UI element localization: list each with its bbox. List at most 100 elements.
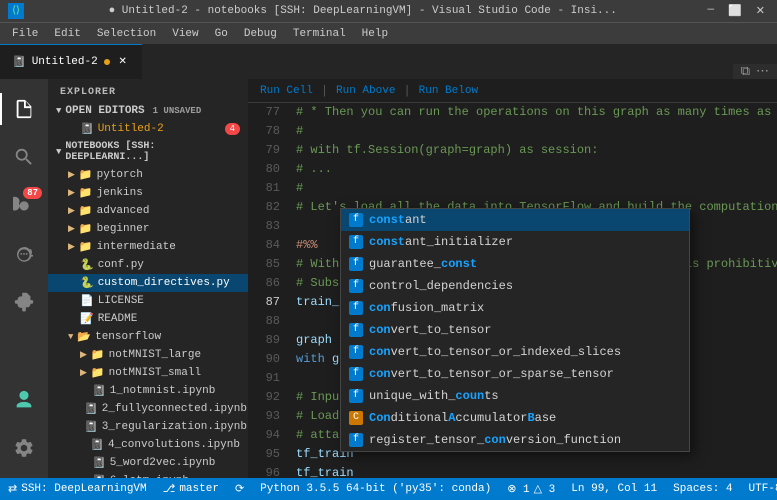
- more-actions-icon[interactable]: ⋯: [756, 64, 769, 79]
- activity-settings[interactable]: [0, 424, 48, 472]
- status-sync[interactable]: ⟳: [227, 478, 252, 500]
- folder-chevron: ▼: [68, 332, 73, 342]
- sidebar-item-intermediate[interactable]: ▶ 📁 intermediate: [48, 238, 248, 256]
- sidebar-item-beginner[interactable]: ▶ 📁 beginner: [48, 220, 248, 238]
- search-icon: [13, 146, 35, 168]
- txt-file-icon: 📄: [80, 294, 94, 308]
- open-file-untitled2[interactable]: 📓 Untitled-2 4: [48, 120, 248, 138]
- sidebar-item-pytorch[interactable]: ▶ 📁 pytorch: [48, 166, 248, 184]
- close-btn[interactable]: ✕: [752, 4, 769, 18]
- ac-item-control-dep[interactable]: f control_dependencies: [341, 275, 689, 297]
- folder-icon: 📁: [91, 348, 105, 362]
- status-line-col[interactable]: Ln 99, Col 11: [563, 478, 665, 500]
- sidebar-item-advanced[interactable]: ▶ 📁 advanced: [48, 202, 248, 220]
- sidebar-item-2fully[interactable]: 📓 2_fullyconnected.ipynb: [48, 400, 248, 418]
- ac-item-guarantee-const[interactable]: f guarantee_const: [341, 253, 689, 275]
- notebooks-folder-header[interactable]: ▼ NOTEBOOKS [SSH: DEEPLEARNI...]: [48, 138, 248, 166]
- account-icon: [13, 389, 35, 411]
- sidebar-item-custom-directives[interactable]: 🐍 custom_directives.py: [48, 274, 248, 292]
- sync-icon: ⟳: [235, 482, 244, 496]
- status-branch[interactable]: ⎇ master: [155, 478, 227, 500]
- ac-item-constant-initializer[interactable]: f constant_initializer: [341, 231, 689, 253]
- sidebar-item-license[interactable]: 📄 LICENSE: [48, 292, 248, 310]
- file-name: 4_convolutions.ipynb: [108, 439, 240, 451]
- activity-scm[interactable]: 87: [0, 181, 48, 229]
- folder-name: pytorch: [97, 169, 143, 181]
- main-content: 87 Explore: [0, 79, 777, 478]
- sidebar-item-5word2vec[interactable]: 📓 5_word2vec.ipynb: [48, 454, 248, 472]
- menu-go[interactable]: Go: [207, 26, 236, 42]
- ac-item-convert-sparse[interactable]: f convert_to_tensor_or_sparse_tensor: [341, 363, 689, 385]
- menu-file[interactable]: File: [4, 26, 46, 42]
- activity-account[interactable]: [0, 376, 48, 424]
- ac-label-convert-indexed: convert_to_tensor_or_indexed_slices: [369, 341, 621, 363]
- code-line-78: #: [288, 122, 777, 141]
- notebook-file-icon: 📓: [80, 122, 94, 136]
- activity-extensions[interactable]: [0, 277, 48, 325]
- ac-item-convert-tensor-indexed[interactable]: f convert_to_tensor_or_indexed_slices: [341, 341, 689, 363]
- menu-help[interactable]: Help: [354, 26, 396, 42]
- file-name: 5_word2vec.ipynb: [110, 457, 216, 469]
- ac-icon-conditional-acc: C: [349, 411, 363, 425]
- status-spaces[interactable]: Spaces: 4: [665, 478, 740, 500]
- sidebar-item-jenkins[interactable]: ▶ 📁 jenkins: [48, 184, 248, 202]
- tab-modified-dot: [104, 59, 110, 65]
- file-name: 1_notmnist.ipynb: [110, 385, 216, 397]
- menu-terminal[interactable]: Terminal: [285, 26, 354, 42]
- menu-debug[interactable]: Debug: [236, 26, 285, 42]
- ac-item-register-tensor[interactable]: f register_tensor_conversion_function: [341, 429, 689, 451]
- activity-search[interactable]: [0, 133, 48, 181]
- code-area[interactable]: # * Then you can run the operations on t…: [288, 103, 777, 478]
- menu-edit[interactable]: Edit: [46, 26, 88, 42]
- folder-icon: 📁: [79, 240, 93, 254]
- comment-text: #: [296, 124, 303, 138]
- ac-icon-register-tensor: f: [349, 433, 363, 447]
- sidebar-item-confpy[interactable]: 🐍 conf.py: [48, 256, 248, 274]
- sidebar-item-notmnist-small-folder[interactable]: ▶ 📁 notMNIST_small: [48, 364, 248, 382]
- line-num-83: 83: [248, 217, 280, 236]
- window-controls[interactable]: — ⬜ ✕: [703, 4, 769, 18]
- split-editor-icon[interactable]: ⧉: [741, 64, 750, 79]
- sidebar-item-3reg[interactable]: 📓 3_regularization.ipynb: [48, 418, 248, 436]
- ac-item-convert-tensor[interactable]: f convert_to_tensor: [341, 319, 689, 341]
- sidebar-item-tensorflow[interactable]: ▼ 📂 tensorflow: [48, 328, 248, 346]
- tab-close-btn[interactable]: ✕: [116, 55, 130, 69]
- folder-icon: 📂: [77, 330, 91, 344]
- line-num-89: 89: [248, 331, 280, 350]
- ac-item-conditional-acc[interactable]: C ConditionalAccumulatorBase: [341, 407, 689, 429]
- error-count: ⊗ 1: [507, 482, 529, 496]
- status-errors[interactable]: ⊗ 1 △ 3: [499, 478, 563, 500]
- minimize-btn[interactable]: —: [703, 4, 718, 18]
- menu-selection[interactable]: Selection: [89, 26, 164, 42]
- extensions-icon: [13, 290, 35, 312]
- status-encoding[interactable]: UTF-8: [741, 478, 777, 500]
- file-name: LICENSE: [98, 295, 144, 307]
- sidebar-item-notmnist-large-folder[interactable]: ▶ 📁 notMNIST_large: [48, 346, 248, 364]
- open-editors-header[interactable]: ▼ OPEN EDITORS 1 UNSAVED: [48, 102, 248, 120]
- line-num-95: 95: [248, 445, 280, 464]
- ac-item-unique-counts[interactable]: f unique_with_counts: [341, 385, 689, 407]
- ssh-label: SSH: DeepLearningVM: [21, 483, 146, 495]
- status-ssh[interactable]: ⇄ SSH: DeepLearningVM: [0, 478, 155, 500]
- menu-view[interactable]: View: [164, 26, 206, 42]
- tab-untitled2[interactable]: 📓 Untitled-2 ✕: [0, 44, 142, 79]
- line-num-87: 87: [248, 293, 280, 312]
- activity-debug[interactable]: [0, 229, 48, 277]
- folder-name: advanced: [97, 205, 150, 217]
- maximize-btn[interactable]: ⬜: [724, 4, 746, 18]
- file-name: README: [98, 313, 138, 325]
- run-cell-btn[interactable]: Run Cell: [256, 83, 317, 99]
- run-below-btn[interactable]: Run Below: [415, 83, 482, 99]
- sidebar-item-readme[interactable]: 📝 README: [48, 310, 248, 328]
- run-above-btn[interactable]: Run Above: [332, 83, 399, 99]
- status-python[interactable]: Python 3.5.5 64-bit ('py35': conda): [252, 478, 499, 500]
- ac-item-confusion-matrix[interactable]: f confusion_matrix: [341, 297, 689, 319]
- status-left: ⇄ SSH: DeepLearningVM ⎇ master ⟳: [0, 478, 252, 500]
- unsaved-badge: 4: [225, 123, 240, 135]
- sidebar-item-1notmnist[interactable]: 📓 1_notmnist.ipynb: [48, 382, 248, 400]
- ac-item-constant[interactable]: f constant: [341, 209, 689, 231]
- sidebar-item-4conv[interactable]: 📓 4_convolutions.ipynb: [48, 436, 248, 454]
- ac-icon-confusion-matrix: f: [349, 301, 363, 315]
- line-num-82: 82: [248, 198, 280, 217]
- activity-explorer[interactable]: [0, 85, 48, 133]
